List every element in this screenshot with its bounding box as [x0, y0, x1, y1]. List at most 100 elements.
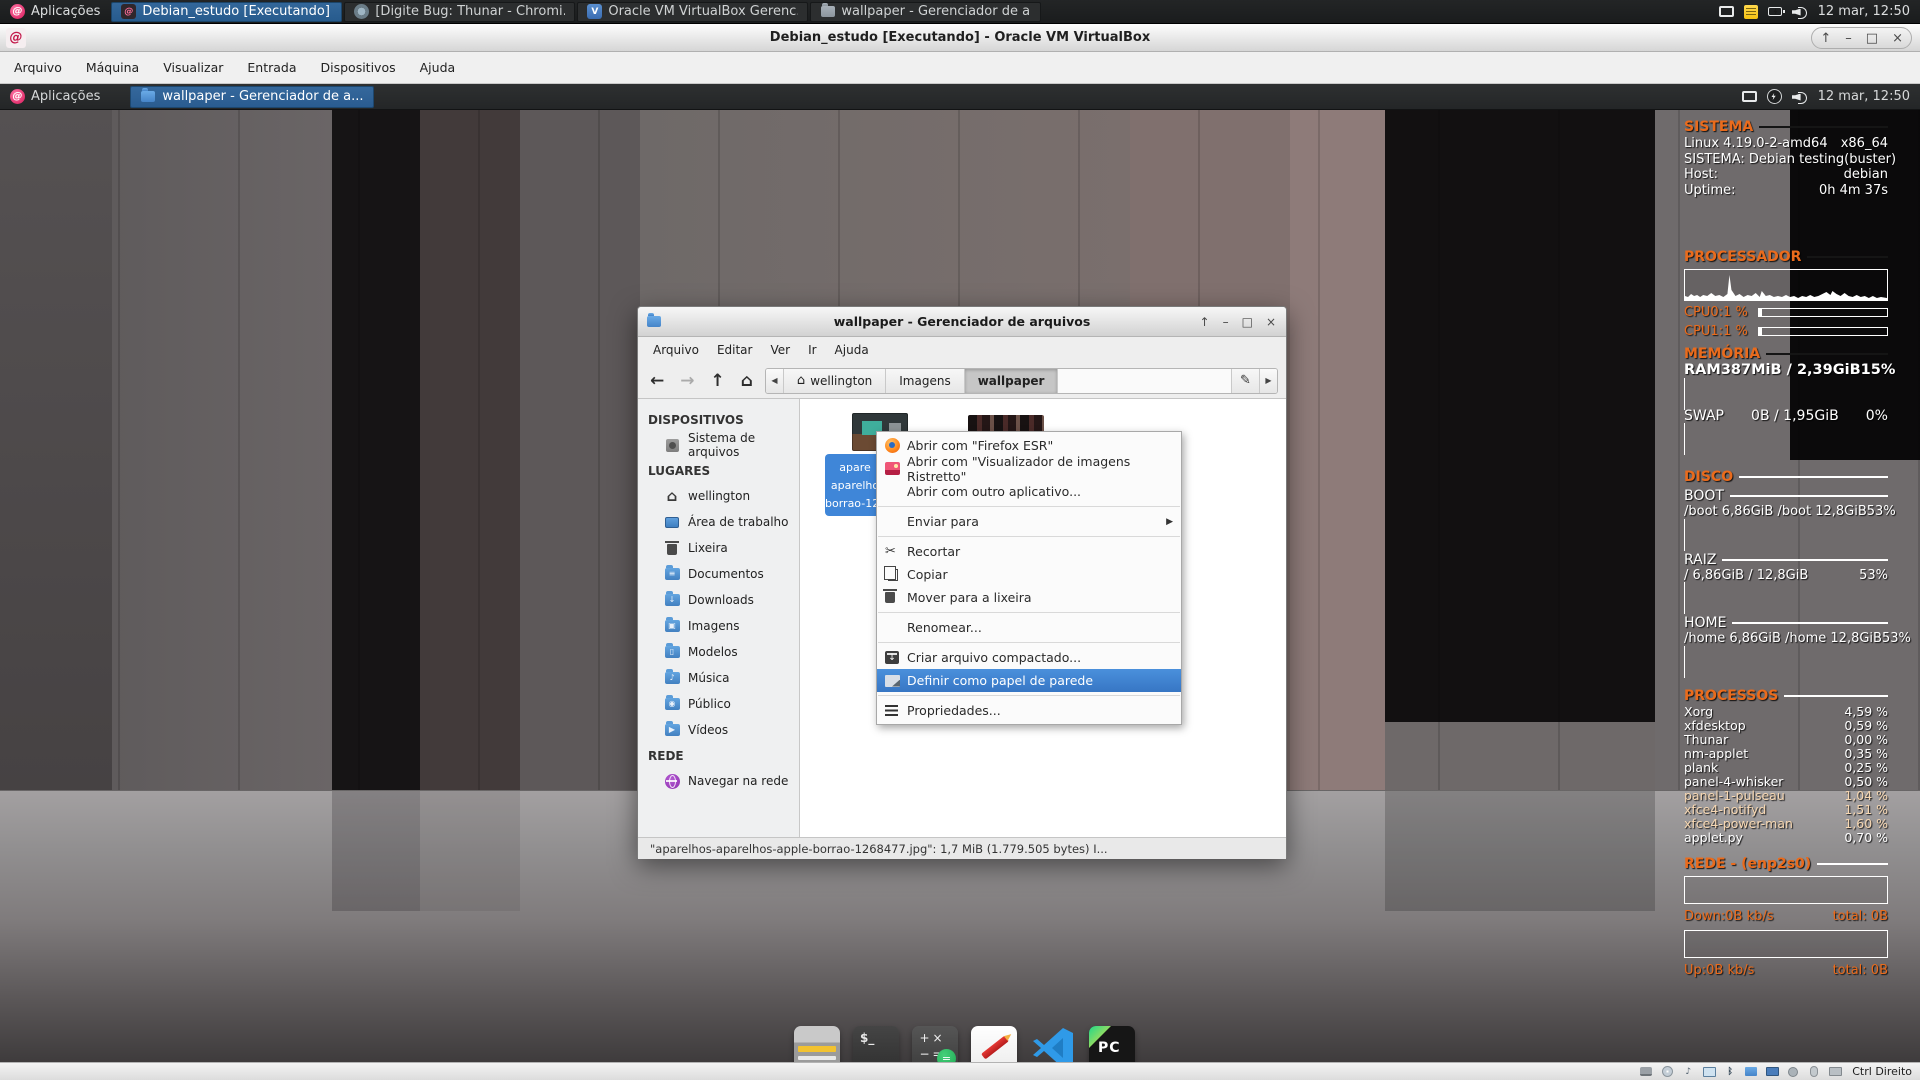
context-item-move-to-trash[interactable]: Mover para a lixeira: [877, 586, 1181, 609]
home-button[interactable]: ⌂: [737, 371, 757, 391]
volume-icon[interactable]: [1792, 5, 1808, 19]
sidebar-item-music[interactable]: ♪ Música: [638, 665, 799, 691]
menu-editar[interactable]: Editar: [708, 340, 762, 360]
vm-clock[interactable]: 12 mar, 12:50: [1818, 89, 1910, 104]
up-button[interactable]: ↑: [707, 371, 729, 391]
edit-path-button[interactable]: ✎: [1231, 369, 1259, 393]
host-applications-button[interactable]: @ Aplicações: [0, 0, 110, 23]
display-status-icon[interactable]: [1765, 1065, 1779, 1078]
sidebar-item-filesystem[interactable]: Sistema de arquivos: [638, 432, 799, 458]
taskbar-item-virtualbox-manager[interactable]: V Oracle VM VirtualBox Gerenc...: [577, 2, 808, 22]
drive-icon: [664, 437, 680, 453]
sidebar-item-downloads[interactable]: ↓ Downloads: [638, 587, 799, 613]
menu-dispositivos[interactable]: Dispositivos: [311, 57, 406, 78]
context-item-copy[interactable]: Copiar: [877, 563, 1181, 586]
network-up-graph: [1684, 930, 1888, 958]
videos-folder-icon: ▶: [664, 722, 680, 738]
maximize-button[interactable]: □: [1866, 31, 1878, 46]
sidebar-item-public[interactable]: ◉ Público: [638, 691, 799, 717]
debian-logo-icon: @: [10, 4, 25, 19]
vm-power-manager-icon[interactable]: [1767, 89, 1782, 104]
dock-terminal-icon[interactable]: $_: [853, 1026, 899, 1062]
notes-icon[interactable]: [1744, 5, 1758, 19]
vm-display-icon[interactable]: [1742, 91, 1757, 102]
recording-status-icon[interactable]: [1786, 1065, 1800, 1078]
context-item-set-as-wallpaper[interactable]: Definir como papel de parede: [877, 669, 1181, 692]
virtualbox-statusbar: ♪ ᛒ Ctrl Direito: [0, 1062, 1920, 1080]
properties-icon: [885, 705, 898, 716]
taskbar-item-chromium[interactable]: [Digite Bug: Thunar - Chromi...: [344, 2, 575, 22]
wallpaper-icon: [885, 675, 900, 687]
display-settings-icon[interactable]: [1719, 6, 1734, 17]
maximize-button[interactable]: □: [1242, 315, 1253, 329]
path-button-wellington[interactable]: ⌂ wellington: [784, 369, 886, 393]
file-manager-titlebar[interactable]: wallpaper - Gerenciador de arquivos ↑ – …: [638, 307, 1286, 337]
sidebar-item-home[interactable]: ⌂ wellington: [638, 483, 799, 509]
dock-vscode-icon[interactable]: [1030, 1026, 1076, 1062]
shared-folder-status-icon[interactable]: [1744, 1065, 1758, 1078]
shade-button[interactable]: ↑: [1820, 31, 1831, 46]
minimize-button[interactable]: –: [1223, 315, 1229, 329]
virtualbox-titlebar: @ Debian_estudo [Executando] - Oracle VM…: [0, 24, 1920, 52]
dock-calculator-icon[interactable]: +×−= =: [912, 1026, 958, 1062]
vm-taskbar-item-file-manager[interactable]: wallpaper - Gerenciador de a...: [130, 86, 374, 108]
menu-ver[interactable]: Ver: [761, 340, 799, 360]
path-scroll-left-icon[interactable]: ◀: [766, 369, 784, 393]
mouse-status-icon[interactable]: [1807, 1065, 1821, 1078]
conky-section-rede: REDE - (enp2s0): [1684, 855, 1888, 873]
context-item-send-to[interactable]: Enviar para ▶: [877, 510, 1181, 533]
usb-status-icon[interactable]: ᛒ: [1723, 1065, 1737, 1078]
trash-icon: [664, 540, 680, 556]
sidebar-item-pictures[interactable]: ▣ Imagens: [638, 613, 799, 639]
menu-visualizar[interactable]: Visualizar: [153, 57, 233, 78]
virtualbox-window-title: Debian_estudo [Executando] - Oracle VM V…: [0, 30, 1920, 45]
dock-file-manager-icon[interactable]: [794, 1026, 840, 1062]
dock-pycharm-icon[interactable]: PC: [1089, 1026, 1135, 1062]
audio-status-icon[interactable]: ♪: [1681, 1065, 1695, 1078]
battery-icon[interactable]: [1768, 7, 1782, 16]
context-item-open-with-ristretto[interactable]: Abrir com "Visualizador de imagens Ristr…: [877, 457, 1181, 480]
host-clock[interactable]: 12 mar, 12:50: [1818, 4, 1910, 19]
folder-icon: [820, 4, 835, 19]
menu-arquivo[interactable]: Arquivo: [644, 340, 708, 360]
menu-entrada[interactable]: Entrada: [237, 57, 306, 78]
sidebar-item-trash[interactable]: Lixeira: [638, 535, 799, 561]
context-item-properties[interactable]: Propriedades...: [877, 699, 1181, 722]
menu-ajuda[interactable]: Ajuda: [826, 340, 878, 360]
taskbar-item-debian-vm[interactable]: @ Debian_estudo [Executando] ...: [111, 2, 342, 22]
file-manager-menubar: Arquivo Editar Ver Ir Ajuda: [638, 337, 1286, 363]
path-button-imagens[interactable]: Imagens: [886, 369, 964, 393]
sidebar-item-documents[interactable]: ≡ Documentos: [638, 561, 799, 587]
shade-button[interactable]: ↑: [1200, 315, 1210, 329]
context-item-rename[interactable]: Renomear...: [877, 616, 1181, 639]
network-status-icon[interactable]: [1702, 1065, 1716, 1078]
minimize-button[interactable]: –: [1845, 31, 1852, 46]
context-item-create-archive[interactable]: ↓ Criar arquivo compactado...: [877, 646, 1181, 669]
taskbar-item-file-manager[interactable]: wallpaper - Gerenciador de a...: [810, 2, 1041, 22]
path-button-wallpaper[interactable]: wallpaper: [965, 369, 1059, 393]
hdd-status-icon[interactable]: [1639, 1065, 1653, 1078]
vm-applications-button[interactable]: @ Aplicações: [0, 84, 110, 109]
context-item-cut[interactable]: ✂ Recortar: [877, 540, 1181, 563]
close-button[interactable]: ×: [1892, 31, 1903, 46]
path-scroll-right-icon[interactable]: ▶: [1259, 369, 1277, 393]
sidebar-item-browse-network[interactable]: Navegar na rede: [638, 768, 799, 794]
menu-arquivo[interactable]: Arquivo: [4, 57, 72, 78]
menu-ajuda[interactable]: Ajuda: [410, 57, 466, 78]
dock-text-editor-icon[interactable]: [971, 1026, 1017, 1062]
menu-maquina[interactable]: Máquina: [76, 57, 149, 78]
menu-ir[interactable]: Ir: [799, 340, 825, 360]
sidebar-item-desktop[interactable]: Área de trabalho: [638, 509, 799, 535]
sidebar-item-templates[interactable]: ▯ Modelos: [638, 639, 799, 665]
keyboard-status-icon[interactable]: [1828, 1065, 1842, 1078]
conky-section-sistema: SISTEMA: [1684, 118, 1888, 136]
close-button[interactable]: ×: [1266, 315, 1276, 329]
vm-volume-icon[interactable]: [1792, 90, 1808, 104]
forward-button[interactable]: →: [676, 371, 698, 391]
cd-status-icon[interactable]: [1660, 1065, 1674, 1078]
menu-separator: [878, 642, 1180, 643]
sidebar-item-videos[interactable]: ▶ Vídeos: [638, 717, 799, 743]
window-folder-icon: [647, 316, 661, 327]
context-item-open-with-other[interactable]: Abrir com outro aplicativo...: [877, 480, 1181, 503]
back-button[interactable]: ←: [646, 371, 668, 391]
